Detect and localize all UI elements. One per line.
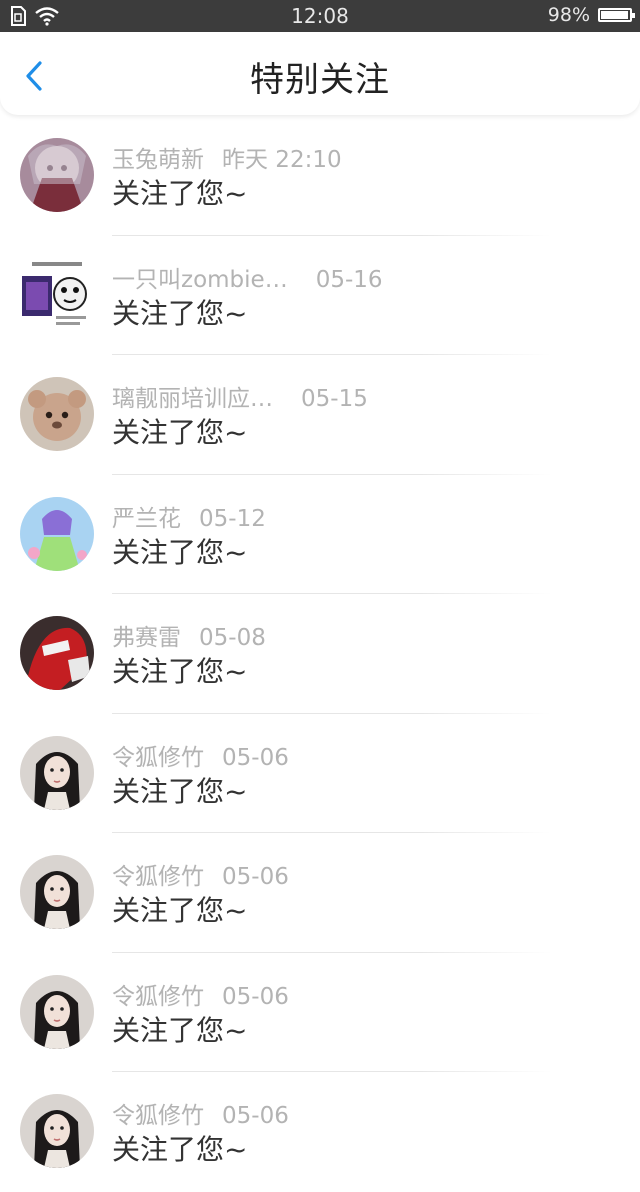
timestamp: 05-06 — [222, 864, 289, 890]
notification-message: 关注了您~ — [112, 177, 248, 210]
avatar[interactable] — [20, 496, 94, 571]
timestamp: 05-06 — [222, 1103, 289, 1129]
notification-message: 关注了您~ — [112, 1013, 248, 1047]
timestamp: 05-08 — [199, 625, 266, 651]
user-name[interactable]: 令狐修竹 — [112, 857, 204, 891]
notification-message: 关注了您~ — [112, 535, 248, 569]
timestamp: 05-15 — [301, 386, 368, 412]
status-time: 12:08 — [291, 4, 349, 28]
user-name[interactable]: 玉兔萌新 — [112, 140, 204, 174]
avatar[interactable] — [20, 974, 94, 1049]
avatar[interactable] — [20, 377, 94, 451]
list-item[interactable]: 令狐修竹 05-06 关注了您~ — [0, 833, 640, 953]
list-item[interactable]: 一只叫zombie… 05-16 关注了您~ — [0, 236, 640, 355]
user-name[interactable]: 璃靓丽培训应… — [112, 379, 273, 413]
notification-message: 关注了您~ — [112, 894, 248, 927]
list-item[interactable]: 弗赛雷 05-08 关注了您~ — [0, 594, 640, 714]
list-item[interactable]: 玉兔萌新 昨天 22:10 关注了您~ — [0, 116, 640, 236]
avatar[interactable] — [20, 855, 94, 929]
notification-message: 关注了您~ — [112, 774, 248, 808]
battery-percent: 98% — [547, 4, 590, 26]
list-item[interactable]: 令狐修竹 05-06 关注了您~ — [0, 714, 640, 833]
avatar[interactable] — [20, 138, 94, 212]
notification-message: 关注了您~ — [112, 416, 248, 449]
page-title: 特别关注 — [250, 60, 390, 100]
avatar[interactable] — [20, 257, 94, 332]
notification-message: 关注了您~ — [112, 296, 248, 330]
timestamp: 05-12 — [199, 505, 266, 532]
list-item[interactable]: 严兰花 05-12 关注了您~ — [0, 475, 640, 594]
list-item[interactable]: 令狐修竹 05-06 关注了您~ — [0, 953, 640, 1072]
timestamp: 05-06 — [222, 744, 289, 771]
user-name[interactable]: 弗赛雷 — [112, 618, 181, 652]
avatar[interactable] — [20, 735, 94, 810]
list-item[interactable]: 令狐修竹 05-06 关注了您~ — [0, 1072, 640, 1192]
battery-icon — [598, 8, 635, 22]
timestamp: 昨天 22:10 — [222, 147, 342, 173]
navigation-bar: 特别关注 — [0, 32, 640, 115]
user-name[interactable]: 严兰花 — [112, 499, 181, 533]
user-name[interactable]: 令狐修竹 — [112, 1096, 204, 1130]
user-name[interactable]: 令狐修竹 — [112, 977, 204, 1011]
user-name[interactable]: 令狐修竹 — [112, 738, 204, 772]
avatar[interactable] — [20, 616, 94, 690]
notification-list: 玉兔萌新 昨天 22:10 关注了您~ 一只叫zombie… 05-16 关注了您~ — [0, 116, 640, 1192]
notification-message: 关注了您~ — [112, 1133, 248, 1166]
timestamp: 05-06 — [222, 983, 289, 1010]
timestamp: 05-16 — [315, 266, 383, 293]
status-bar: 12:08 98% — [0, 0, 640, 32]
avatar[interactable] — [20, 1094, 94, 1168]
list-item[interactable]: 璃靓丽培训应… 05-15 关注了您~ — [0, 355, 640, 475]
user-name[interactable]: 一只叫zombie… — [112, 260, 288, 294]
notification-message: 关注了您~ — [112, 655, 248, 688]
